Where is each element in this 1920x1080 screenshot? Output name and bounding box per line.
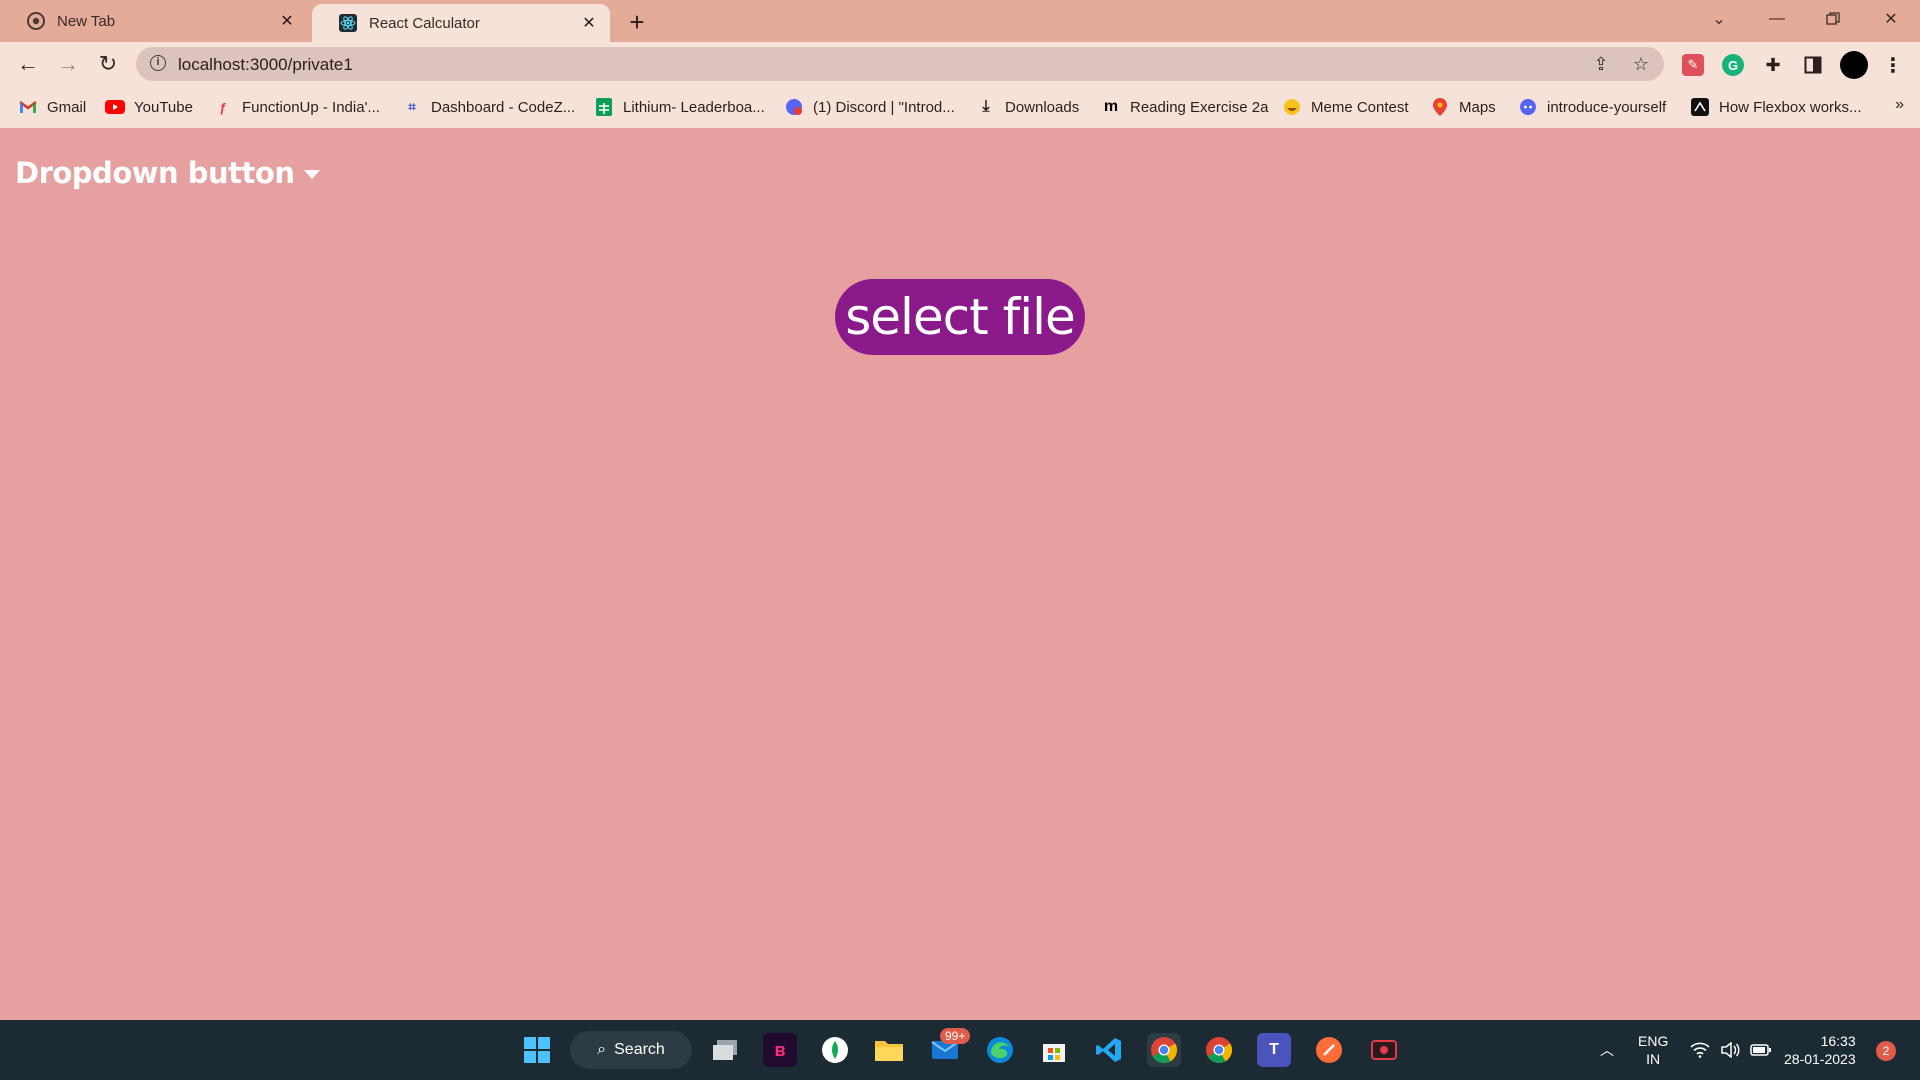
tab-title: New Tab <box>57 12 116 30</box>
chrome-profile-icon[interactable] <box>1202 1033 1236 1067</box>
bookmarks-overflow-icon[interactable]: » <box>1895 96 1904 114</box>
tab-react-calculator[interactable]: React Calculator ✕ <box>312 4 610 42</box>
bookmark-item[interactable]: Lithium- Leaderboa... <box>594 86 765 128</box>
tab-strip: New Tab ✕ React Calculator ✕ + ⌄ — ✕ <box>0 0 1920 42</box>
bookmark-item[interactable]: ⤓ Downloads <box>976 86 1079 128</box>
task-view-icon[interactable] <box>708 1033 742 1067</box>
mail-count-badge: 99+ <box>940 1028 971 1044</box>
bookmark-item[interactable]: Maps <box>1430 86 1496 128</box>
bookmark-item[interactable]: How Flexbox works... <box>1690 86 1862 128</box>
notification-badge[interactable]: 2 <box>1876 1041 1896 1061</box>
address-bar[interactable]: i ⇪ ☆ <box>136 47 1664 83</box>
tab-search-chevron-icon[interactable]: ⌄ <box>1696 0 1742 38</box>
grammarly-icon[interactable]: G <box>1722 54 1744 76</box>
bookmark-item[interactable]: Gmail <box>18 86 86 128</box>
back-icon[interactable]: ← <box>14 50 42 78</box>
browser-toolbar: ← → ↻ i ⇪ ☆ ✎ G ✚ ⋮ <box>0 42 1920 86</box>
chrome-icon[interactable] <box>1147 1033 1181 1067</box>
emoji-icon <box>1282 97 1302 117</box>
screen-recorder-icon[interactable] <box>1367 1033 1401 1067</box>
file-explorer-icon[interactable] <box>872 1033 906 1067</box>
bookmark-item[interactable]: Meme Contest <box>1282 86 1409 128</box>
app-icon[interactable]: ʙ <box>763 1033 797 1067</box>
windows-start-icon[interactable] <box>520 1033 554 1067</box>
dropdown-label: Dropdown button <box>15 156 295 190</box>
select-file-button[interactable]: select file <box>835 279 1085 355</box>
functionup-icon: ƒ <box>219 99 227 115</box>
react-icon <box>339 14 357 32</box>
volume-icon[interactable] <box>1720 1020 1740 1080</box>
restore-icon[interactable] <box>1810 0 1856 38</box>
side-panel-icon[interactable] <box>1802 54 1824 76</box>
postman-icon[interactable] <box>1312 1033 1346 1067</box>
vscode-icon[interactable] <box>1092 1033 1126 1067</box>
bookmark-item[interactable]: ƒ FunctionUp - India'... <box>213 86 380 128</box>
language-indicator[interactable]: ENG IN <box>1638 1032 1668 1068</box>
reload-icon[interactable]: ↻ <box>94 50 122 78</box>
bookmark-item[interactable]: YouTube <box>105 86 193 128</box>
taskbar-search[interactable]: ⌕ Search <box>570 1031 692 1069</box>
close-window-icon[interactable]: ✕ <box>1868 0 1914 38</box>
chrome-icon <box>27 12 45 30</box>
share-icon[interactable]: ⇪ <box>1590 53 1612 75</box>
bookmark-item[interactable]: introduce-yourself <box>1518 86 1666 128</box>
menu-kebab-icon[interactable]: ⋮ <box>1882 54 1904 77</box>
bookmark-item[interactable]: ⌗ Dashboard - CodeZ... <box>402 86 575 128</box>
dropdown-button[interactable]: Dropdown button <box>15 156 321 190</box>
tab-title: React Calculator <box>369 14 480 32</box>
wifi-icon[interactable] <box>1690 1020 1710 1080</box>
system-clock[interactable]: 16:33 28-01-2023 <box>1784 1032 1856 1068</box>
bookmark-star-icon[interactable]: ☆ <box>1630 53 1652 75</box>
bookmark-item[interactable]: m Reading Exercise 2a <box>1101 86 1269 128</box>
youtube-icon <box>105 97 125 117</box>
teams-icon[interactable]: T <box>1257 1033 1291 1067</box>
page-content: Dropdown button select file <box>0 128 1920 1020</box>
codezinger-icon: ⌗ <box>408 99 416 114</box>
caret-down-icon <box>304 169 321 179</box>
edge-icon[interactable] <box>983 1033 1017 1067</box>
tray-chevron-icon[interactable]: ︿ <box>1600 1020 1614 1080</box>
discord-icon <box>1518 97 1538 117</box>
download-icon: ⤓ <box>982 98 990 115</box>
minimize-icon[interactable]: — <box>1754 0 1800 38</box>
url-input[interactable] <box>176 47 1560 83</box>
bookmark-item[interactable]: (1) Discord | "Introd... <box>784 86 955 128</box>
close-icon[interactable]: ✕ <box>278 12 296 30</box>
mongodb-compass-icon[interactable] <box>818 1033 852 1067</box>
puzzle-icon[interactable]: ✚ <box>1762 54 1784 76</box>
store-icon[interactable] <box>1037 1033 1071 1067</box>
avatar[interactable] <box>1840 51 1868 79</box>
flexbox-icon <box>1690 97 1710 117</box>
battery-icon[interactable] <box>1750 1020 1772 1080</box>
site-info-icon[interactable]: i <box>150 55 166 71</box>
gmail-icon <box>18 97 38 117</box>
sheets-icon <box>594 97 614 117</box>
tab-new-tab[interactable]: New Tab ✕ <box>0 0 308 42</box>
maps-icon <box>1430 97 1450 117</box>
forward-icon[interactable]: → <box>54 50 82 78</box>
bookmarks-bar: Gmail YouTube ƒ FunctionUp - India'... ⌗… <box>0 86 1920 128</box>
search-icon: ⌕ <box>597 1041 607 1058</box>
medium-icon: m <box>1103 98 1119 115</box>
discord-icon <box>784 97 804 117</box>
close-icon[interactable]: ✕ <box>580 14 598 32</box>
new-tab-button[interactable]: + <box>623 7 651 37</box>
extension-icon[interactable]: ✎ <box>1682 54 1704 76</box>
